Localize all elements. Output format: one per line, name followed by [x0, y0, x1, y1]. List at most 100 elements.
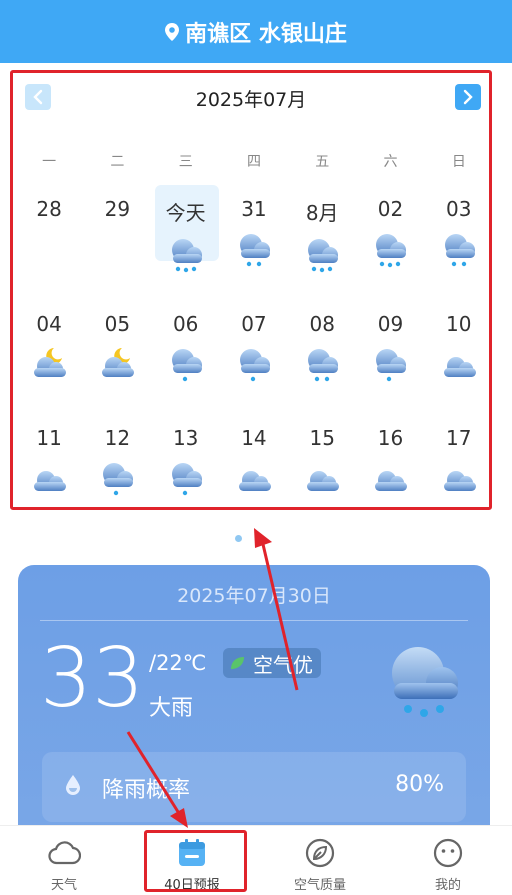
- calendar-day[interactable]: 12: [83, 410, 151, 525]
- day-detail-card: 2025年07月30日 33 /22℃ 空气优 大雨 降雨概率 80%: [18, 565, 490, 855]
- day-label: 8月: [305, 201, 339, 225]
- tab-label: 天气: [50, 878, 77, 893]
- calendar-grid: 28 29 今天 31 8月 02 03 04 05 06 07 08 09 10 11 12 13 14 15 16…: [15, 181, 493, 525]
- chevron-right-icon: [463, 89, 473, 105]
- weekday-label: 一: [42, 154, 57, 170]
- weekday-label: 五: [315, 154, 330, 170]
- calendar-day[interactable]: 17: [425, 410, 493, 525]
- water-drop-icon: [66, 775, 80, 795]
- day-label: 16: [377, 426, 404, 450]
- day-label: 15: [309, 426, 335, 450]
- calendar-day[interactable]: 07: [220, 296, 288, 411]
- weekday-label: 六: [383, 154, 398, 170]
- cloud-icon: [48, 841, 81, 865]
- air-quality-label: 空气优: [253, 652, 313, 677]
- calendar-day[interactable]: 29: [83, 181, 151, 296]
- day-label: 05: [104, 311, 131, 336]
- tab-air-quality[interactable]: 空气质量: [256, 826, 384, 895]
- weekday-label: 日: [451, 154, 466, 170]
- air-quality-badge[interactable]: 空气优: [223, 648, 321, 678]
- location-header[interactable]: 南谯区 水银山庄: [0, 0, 512, 63]
- rain-probability-label: 降雨概率: [102, 778, 191, 803]
- day-label: 09: [377, 311, 404, 336]
- cloudy-icon: [443, 356, 476, 377]
- leaf-icon: [231, 657, 244, 669]
- calendar-day[interactable]: 08: [288, 296, 356, 411]
- day-label: 07: [241, 311, 267, 336]
- calendar-day[interactable]: 02: [356, 181, 424, 296]
- tab-weather[interactable]: 天气: [0, 826, 128, 895]
- weather-description: 大雨: [149, 696, 194, 721]
- light-rain-icon: [376, 348, 407, 381]
- day-label: 28: [36, 197, 62, 221]
- heavy-rain-icon: [376, 234, 407, 268]
- month-title: 2025年07月: [195, 89, 307, 111]
- calendar-day[interactable]: 14: [220, 410, 288, 525]
- tab-label: 我的: [434, 878, 461, 893]
- tab-label: 空气质量: [293, 878, 346, 893]
- leaf-icon: [305, 838, 335, 868]
- calendar-day[interactable]: 31: [220, 181, 288, 296]
- calendar-day[interactable]: 04: [15, 296, 83, 411]
- location-pin-icon: [165, 22, 180, 41]
- heavy-rain-icon: [392, 647, 458, 717]
- light-rain-icon: [171, 463, 202, 496]
- calendar-day[interactable]: 11: [15, 410, 83, 525]
- heavy-rain-icon: [308, 239, 339, 273]
- calendar-day[interactable]: 15: [288, 410, 356, 525]
- rain-probability-value: 80%: [395, 772, 444, 797]
- light-rain-icon: [171, 348, 202, 381]
- day-label: 29: [104, 197, 131, 221]
- weekday-label: 二: [110, 154, 125, 170]
- partly-cloudy-night-icon: [34, 347, 67, 377]
- calendar-day[interactable]: 05: [83, 296, 151, 411]
- calendar-day[interactable]: 06: [152, 296, 220, 411]
- cloudy-icon: [443, 471, 476, 491]
- day-label: 14: [241, 426, 267, 450]
- calendar-day[interactable]: 16: [356, 410, 424, 525]
- rain-icon: [308, 348, 339, 381]
- weekday-header: 一 二 三 四 五 六 日: [15, 151, 493, 171]
- calendar-day[interactable]: 10: [425, 296, 493, 411]
- cloudy-icon: [34, 471, 67, 491]
- detail-date: 2025年07月30日: [177, 585, 331, 607]
- tab-label: 40日预报: [164, 878, 220, 893]
- tab-mine[interactable]: 我的: [384, 826, 512, 895]
- weekday-label: 三: [178, 154, 193, 170]
- calendar-day[interactable]: 13: [152, 410, 220, 525]
- page-indicator-dot: [235, 535, 242, 542]
- day-label: 13: [172, 426, 199, 450]
- calendar-day[interactable]: 03: [425, 181, 493, 296]
- day-label: 06: [172, 311, 199, 336]
- rain-icon: [444, 234, 475, 267]
- day-label: 今天: [165, 201, 206, 225]
- cloudy-icon: [307, 471, 340, 491]
- light-rain-icon: [239, 348, 270, 381]
- heavy-rain-icon: [171, 239, 202, 273]
- calendar-icon: [179, 839, 205, 866]
- day-label: 10: [446, 311, 472, 336]
- location-title: 南谯区 水银山庄: [185, 21, 347, 47]
- bottom-tab-bar: 天气 40日预报 空气质量 我的: [0, 825, 512, 895]
- calendar-day[interactable]: 8月: [288, 181, 356, 296]
- current-temperature: 33: [40, 631, 145, 726]
- day-label: 12: [104, 426, 131, 450]
- face-icon: [433, 838, 463, 868]
- divider: [40, 620, 468, 621]
- calendar-day[interactable]: 09: [356, 296, 424, 411]
- light-rain-icon: [103, 463, 134, 496]
- low-temperature: /22℃: [149, 651, 207, 675]
- calendar-panel: 2025年07月 一 二 三 四 五 六 日 28 29 今天 31 8月 02 03 04 0…: [10, 70, 492, 510]
- next-month-button[interactable]: [455, 84, 481, 110]
- day-label: 02: [377, 197, 404, 221]
- day-label: 03: [446, 197, 472, 221]
- day-label: 04: [36, 311, 62, 336]
- calendar-day-today[interactable]: 今天: [152, 181, 220, 296]
- calendar-day[interactable]: 28: [15, 181, 83, 296]
- partly-cloudy-night-icon: [102, 347, 135, 377]
- day-label: 31: [241, 197, 267, 221]
- tab-40-day-forecast[interactable]: 40日预报: [128, 826, 256, 895]
- cloudy-icon: [238, 471, 271, 491]
- rain-probability-row: 降雨概率 80%: [42, 752, 466, 822]
- day-label: 17: [446, 426, 472, 450]
